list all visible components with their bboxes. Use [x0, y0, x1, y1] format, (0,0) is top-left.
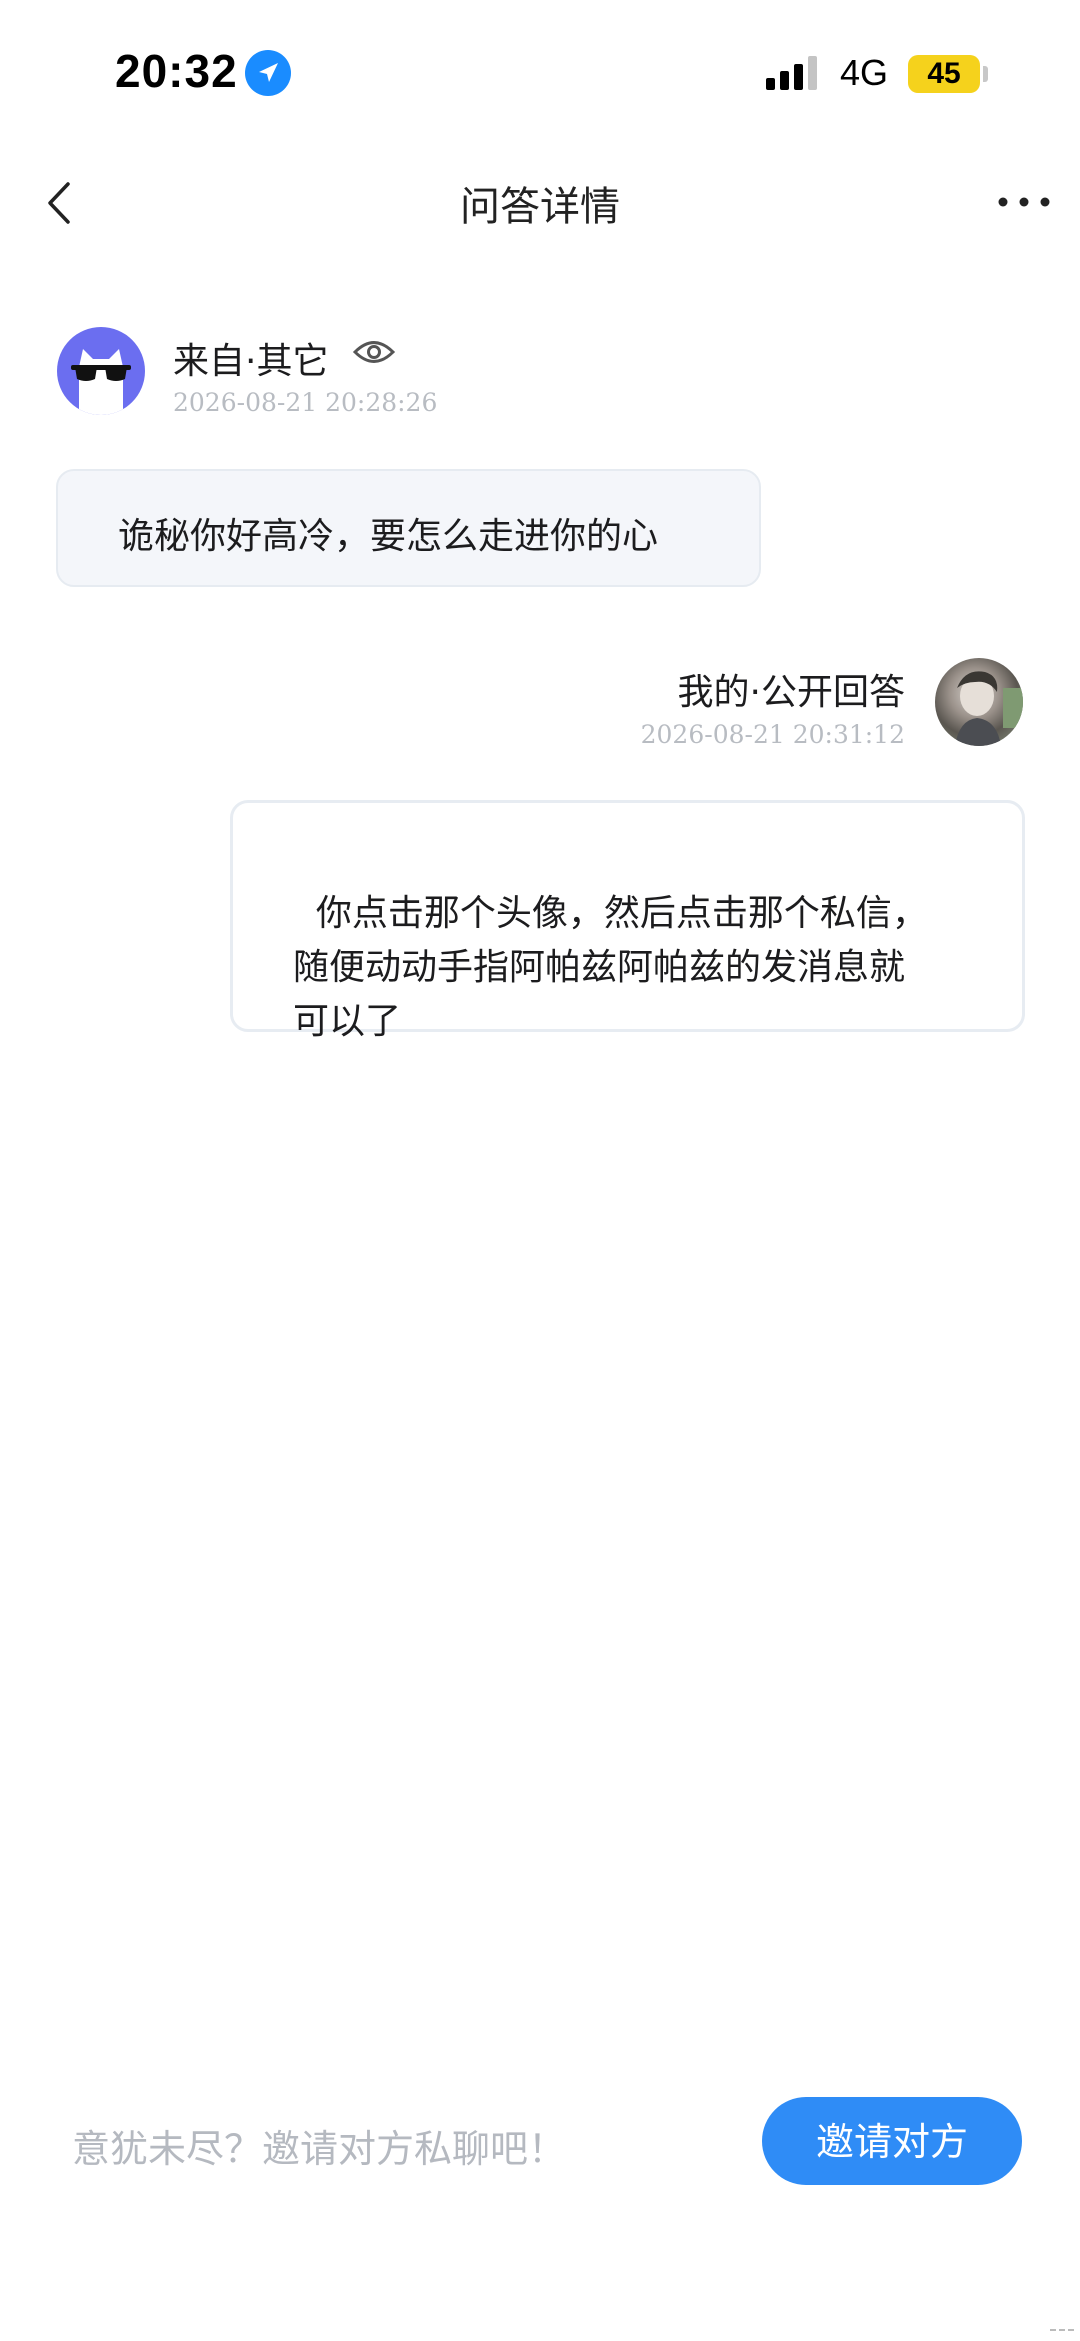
answer-timestamp: 2026-08-21 20:31:12	[640, 720, 905, 749]
question-text: 诡秘你好高冷，要怎么走进你的心	[118, 516, 659, 557]
invite-hint: 意犹未尽？邀请对方私聊吧！	[72, 2127, 567, 2171]
cat-sunglasses-avatar[interactable]	[57, 327, 145, 415]
page-title: 问答详情	[460, 184, 620, 230]
invite-chat-button[interactable]: 邀请对方	[762, 2097, 1022, 2185]
battery-level: 45	[908, 55, 980, 93]
battery-tip	[983, 66, 988, 82]
signal-bars-icon	[766, 56, 817, 90]
answer-label: 我的·公开回答	[677, 672, 905, 713]
network-type: 4G	[840, 52, 889, 93]
user-avatar[interactable]	[935, 658, 1023, 746]
more-dots-icon[interactable]	[996, 192, 1052, 212]
edge-marks	[1050, 2329, 1074, 2331]
location-arrow-icon	[245, 50, 291, 96]
answer-bubble: 你点击那个头像，然后点击那个私信， 随便动动手指阿帕兹阿帕兹的发消息就 可以了	[230, 800, 1025, 1042]
eye-icon[interactable]	[352, 337, 396, 367]
question-bubble: 诡秘你好高冷，要怎么走进你的心	[56, 469, 761, 587]
question-source: 来自·其它	[173, 341, 329, 382]
question-timestamp: 2026-08-21 20:28:26	[173, 388, 438, 417]
answer-text: 你点击那个头像，然后点击那个私信， 随便动动手指阿帕兹阿帕兹的发消息就 可以了	[293, 893, 928, 1042]
status-time: 20:32	[115, 45, 238, 97]
status-bar: 20:32 4G 45	[0, 0, 1080, 150]
